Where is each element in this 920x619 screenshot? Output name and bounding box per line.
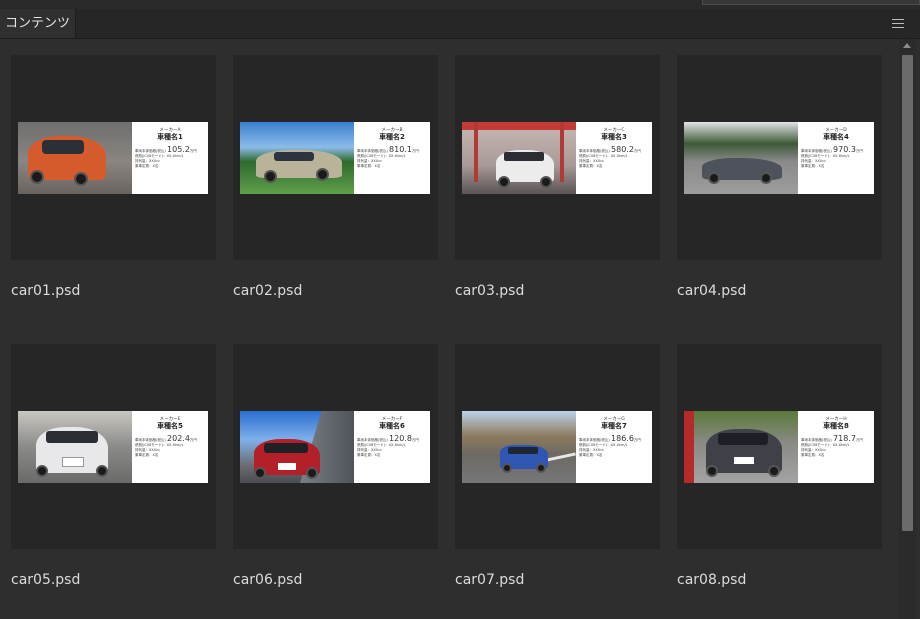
card-price: 105.2 — [167, 145, 190, 154]
card-preview: メーカーC 車種名3 車両本体価格(税込) 580.2万円 燃費(JC08モード… — [462, 122, 652, 194]
card-line4: 乗車定員：X名 — [135, 164, 159, 168]
file-thumbnail[interactable]: メーカーF 車種名6 車両本体価格(税込) 120.8万円 燃費(JC08モード… — [233, 344, 438, 549]
card-price-label: 車両本体価格(税込) — [135, 149, 166, 153]
card-line4: 乗車定員：X名 — [357, 453, 381, 457]
card-line4: 乗車定員：X名 — [801, 164, 825, 168]
card-model: 車種名8 — [823, 422, 849, 430]
file-name[interactable]: car04.psd — [677, 282, 882, 300]
file-item[interactable]: メーカーG 車種名7 車両本体価格(税込) 186.6万円 燃費(JC08モード… — [455, 344, 660, 589]
scrollbar-thumb[interactable] — [902, 55, 913, 531]
card-price-label: 車両本体価格(税込) — [357, 149, 388, 153]
card-price-unit: 万円 — [411, 438, 419, 442]
car-photo — [18, 122, 132, 194]
card-price: 810.1 — [389, 145, 412, 154]
top-toolbar — [0, 0, 920, 9]
vertical-scrollbar[interactable] — [899, 39, 916, 619]
car-photo — [684, 411, 798, 483]
card-price-unit: 万円 — [189, 149, 197, 153]
card-price-unit: 万円 — [855, 149, 863, 153]
card-line4: 乗車定員：X名 — [135, 453, 159, 457]
file-name[interactable]: car06.psd — [233, 571, 438, 589]
car-photo — [240, 122, 354, 194]
car-photo — [240, 411, 354, 483]
card-price-label: 車両本体価格(税込) — [579, 438, 610, 442]
card-model: 車種名7 — [601, 422, 627, 430]
file-item[interactable]: メーカーC 車種名3 車両本体価格(税込) 580.2万円 燃費(JC08モード… — [455, 55, 660, 300]
card-price: 580.2 — [611, 145, 634, 154]
file-item[interactable]: メーカーF 車種名6 車両本体価格(税込) 120.8万円 燃費(JC08モード… — [233, 344, 438, 589]
file-name[interactable]: car07.psd — [455, 571, 660, 589]
card-line4: 乗車定員：X名 — [357, 164, 381, 168]
card-price: 186.6 — [611, 434, 634, 443]
card-model: 車種名6 — [379, 422, 405, 430]
file-thumbnail[interactable]: メーカーD 車種名4 車両本体価格(税込) 970.3万円 燃費(JC08モード… — [677, 55, 882, 260]
tab-contents[interactable]: コンテンツ — [0, 9, 76, 38]
card-model: 車種名1 — [157, 133, 183, 141]
card-price-unit: 万円 — [633, 149, 641, 153]
card-line4: 乗車定員：X名 — [579, 453, 603, 457]
file-item[interactable]: メーカーD 車種名4 車両本体価格(税込) 970.3万円 燃費(JC08モード… — [677, 55, 882, 300]
card-preview: メーカーH 車種名8 車両本体価格(税込) 718.7万円 燃費(JC08モード… — [684, 411, 874, 483]
card-price-unit: 万円 — [855, 438, 863, 442]
file-item[interactable]: メーカーB 車種名2 車両本体価格(税込) 810.1万円 燃費(JC08モード… — [233, 55, 438, 300]
card-model: 車種名3 — [601, 133, 627, 141]
card-price: 718.7 — [833, 434, 856, 443]
car-photo — [684, 122, 798, 194]
file-name[interactable]: car01.psd — [11, 282, 216, 300]
file-item[interactable]: メーカーE 車種名5 車両本体価格(税込) 202.4万円 燃費(JC08モード… — [11, 344, 216, 589]
card-line4: 乗車定員：X名 — [579, 164, 603, 168]
file-thumbnail[interactable]: メーカーG 車種名7 車両本体価格(税込) 186.6万円 燃費(JC08モード… — [455, 344, 660, 549]
card-price-label: 車両本体価格(税込) — [135, 438, 166, 442]
card-model: 車種名2 — [379, 133, 405, 141]
file-thumbnail[interactable]: メーカーB 車種名2 車両本体価格(税込) 810.1万円 燃費(JC08モード… — [233, 55, 438, 260]
card-price-unit: 万円 — [633, 438, 641, 442]
card-price-label: 車両本体価格(税込) — [357, 438, 388, 442]
file-thumbnail[interactable]: メーカーA 車種名1 車両本体価格(税込) 105.2万円 燃費(JC08モード… — [11, 55, 216, 260]
car-photo — [462, 122, 576, 194]
search-field[interactable] — [702, 0, 920, 5]
card-price-unit: 万円 — [411, 149, 419, 153]
file-thumbnail[interactable]: メーカーC 車種名3 車両本体価格(税込) 580.2万円 燃費(JC08モード… — [455, 55, 660, 260]
car-photo — [462, 411, 576, 483]
file-name[interactable]: car08.psd — [677, 571, 882, 589]
card-model: 車種名4 — [823, 133, 849, 141]
card-price-label: 車両本体価格(税込) — [801, 149, 832, 153]
card-price-label: 車両本体価格(税込) — [801, 438, 832, 442]
file-item[interactable]: メーカーA 車種名1 車両本体価格(税込) 105.2万円 燃費(JC08モード… — [11, 55, 216, 300]
file-name[interactable]: car05.psd — [11, 571, 216, 589]
card-preview: メーカーF 車種名6 車両本体価格(税込) 120.8万円 燃費(JC08モード… — [240, 411, 430, 483]
card-preview: メーカーG 車種名7 車両本体価格(税込) 186.6万円 燃費(JC08モード… — [462, 411, 652, 483]
file-name[interactable]: car02.psd — [233, 282, 438, 300]
card-price-label: 車両本体価格(税込) — [579, 149, 610, 153]
card-model: 車種名5 — [157, 422, 183, 430]
card-preview: メーカーD 車種名4 車両本体価格(税込) 970.3万円 燃費(JC08モード… — [684, 122, 874, 194]
card-preview: メーカーA 車種名1 車両本体価格(税込) 105.2万円 燃費(JC08モード… — [18, 122, 208, 194]
contents-grid: メーカーA 車種名1 車両本体価格(税込) 105.2万円 燃費(JC08モード… — [0, 39, 898, 619]
card-price: 202.4 — [167, 434, 190, 443]
card-line4: 乗車定員：X名 — [801, 453, 825, 457]
file-thumbnail[interactable]: メーカーE 車種名5 車両本体価格(税込) 202.4万円 燃費(JC08モード… — [11, 344, 216, 549]
hamburger-menu-icon[interactable] — [892, 19, 904, 28]
card-price: 120.8 — [389, 434, 412, 443]
scroll-up-icon[interactable] — [903, 43, 911, 48]
card-price: 970.3 — [833, 145, 856, 154]
file-item[interactable]: メーカーH 車種名8 車両本体価格(税込) 718.7万円 燃費(JC08モード… — [677, 344, 882, 589]
file-thumbnail[interactable]: メーカーH 車種名8 車両本体価格(税込) 718.7万円 燃費(JC08モード… — [677, 344, 882, 549]
file-name[interactable]: car03.psd — [455, 282, 660, 300]
panel-header: コンテンツ — [0, 9, 920, 39]
card-preview: メーカーE 車種名5 車両本体価格(税込) 202.4万円 燃費(JC08モード… — [18, 411, 208, 483]
car-photo — [18, 411, 132, 483]
card-price-unit: 万円 — [189, 438, 197, 442]
card-preview: メーカーB 車種名2 車両本体価格(税込) 810.1万円 燃費(JC08モード… — [240, 122, 430, 194]
